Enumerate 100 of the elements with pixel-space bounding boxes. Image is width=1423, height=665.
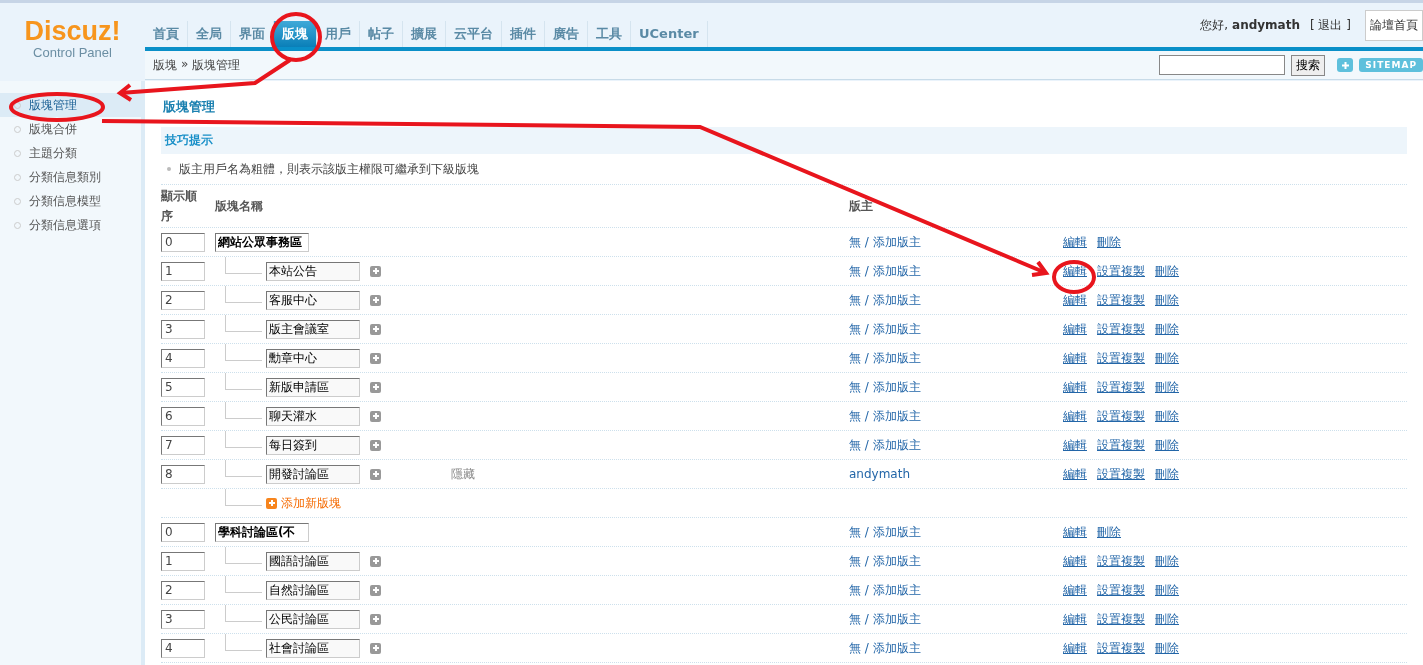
add-subforum-icon[interactable] xyxy=(370,555,381,567)
action-link[interactable]: 編輯 xyxy=(1063,610,1087,628)
category-name-field[interactable]: 網站公眾事務區 xyxy=(215,232,309,252)
forum-home-button[interactable]: 論壇首頁 xyxy=(1365,9,1423,41)
order-field[interactable]: 3 xyxy=(161,609,205,629)
sidebar-item[interactable]: 分類信息選項 xyxy=(0,213,141,237)
nav-tab[interactable]: 插件 xyxy=(502,21,545,47)
forum-name-field[interactable]: 開發討論區 xyxy=(266,464,360,484)
moderator-link[interactable]: 無 / 添加版主 xyxy=(849,292,921,307)
search-button[interactable]: 搜索 xyxy=(1291,54,1326,76)
nav-tab[interactable]: 工具 xyxy=(588,21,631,47)
moderator-link[interactable]: 無 / 添加版主 xyxy=(849,234,921,249)
sidebar-item[interactable]: 主題分類 xyxy=(0,141,141,165)
moderator-link[interactable]: 無 / 添加版主 xyxy=(849,408,921,423)
add-forum-icon[interactable] xyxy=(266,497,277,509)
breadcrumb-item[interactable]: 版塊 xyxy=(153,56,177,74)
action-link[interactable]: 刪除 xyxy=(1155,465,1179,483)
sidebar-item[interactable]: 分類信息模型 xyxy=(0,189,141,213)
forum-name-field[interactable]: 新版申請區 xyxy=(266,377,360,397)
action-link[interactable]: 編輯 xyxy=(1063,349,1087,367)
nav-tab[interactable]: 版塊 xyxy=(274,21,317,47)
nav-tab[interactable]: 首頁 xyxy=(145,21,188,47)
action-link[interactable]: 刪除 xyxy=(1155,552,1179,570)
action-link[interactable]: 編輯 xyxy=(1063,262,1087,280)
forum-name-field[interactable]: 勳章中心 xyxy=(266,348,360,368)
action-link[interactable]: 刪除 xyxy=(1097,233,1121,251)
order-field[interactable]: 7 xyxy=(161,435,205,455)
add-subforum-icon[interactable] xyxy=(370,642,381,654)
moderator-link[interactable]: 無 / 添加版主 xyxy=(849,640,921,655)
order-field[interactable]: 1 xyxy=(161,261,205,281)
action-link[interactable]: 設置複製 xyxy=(1097,465,1145,483)
breadcrumb-item[interactable]: 版塊管理 xyxy=(192,56,241,74)
forum-name-field[interactable]: 客服中心 xyxy=(266,290,360,310)
add-shortcut-icon[interactable] xyxy=(1337,58,1354,72)
action-link[interactable]: 設置複製 xyxy=(1097,581,1145,599)
action-link[interactable]: 設置複製 xyxy=(1097,436,1145,454)
moderator-link[interactable]: 無 / 添加版主 xyxy=(849,582,921,597)
action-link[interactable]: 編輯 xyxy=(1063,581,1087,599)
action-link[interactable]: 刪除 xyxy=(1155,320,1179,338)
action-link[interactable]: 設置複製 xyxy=(1097,320,1145,338)
order-field[interactable]: 8 xyxy=(161,464,205,484)
add-subforum-icon[interactable] xyxy=(370,265,381,277)
nav-tab[interactable]: 廣告 xyxy=(545,21,588,47)
add-subforum-icon[interactable] xyxy=(370,381,381,393)
action-link[interactable]: 編輯 xyxy=(1063,320,1087,338)
logout-link[interactable]: [ 退出 ] xyxy=(1310,16,1351,34)
add-subforum-icon[interactable] xyxy=(370,410,381,422)
moderator-link[interactable]: 無 / 添加版主 xyxy=(849,379,921,394)
action-link[interactable]: 設置複製 xyxy=(1097,610,1145,628)
add-subforum-icon[interactable] xyxy=(370,613,381,625)
add-subforum-icon[interactable] xyxy=(370,294,381,306)
moderator-link[interactable]: 無 / 添加版主 xyxy=(849,553,921,568)
action-link[interactable]: 設置複製 xyxy=(1097,291,1145,309)
moderator-link[interactable]: 無 / 添加版主 xyxy=(849,611,921,626)
action-link[interactable]: 刪除 xyxy=(1155,581,1179,599)
forum-name-field[interactable]: 國語討論區 xyxy=(266,551,360,571)
moderator-link[interactable]: 無 / 添加版主 xyxy=(849,263,921,278)
action-link[interactable]: 編輯 xyxy=(1063,436,1087,454)
action-link[interactable]: 設置複製 xyxy=(1097,349,1145,367)
order-field[interactable]: 4 xyxy=(161,348,205,368)
action-link[interactable]: 編輯 xyxy=(1063,465,1087,483)
action-link[interactable]: 編輯 xyxy=(1063,552,1087,570)
moderator-link[interactable]: 無 / 添加版主 xyxy=(849,350,921,365)
forum-name-field[interactable]: 自然討論區 xyxy=(266,580,360,600)
action-link[interactable]: 設置複製 xyxy=(1097,552,1145,570)
action-link[interactable]: 刪除 xyxy=(1155,291,1179,309)
nav-tab[interactable]: UCenter xyxy=(631,21,708,47)
add-subforum-icon[interactable] xyxy=(370,439,381,451)
action-link[interactable]: 刪除 xyxy=(1155,436,1179,454)
search-field[interactable] xyxy=(1159,55,1286,75)
moderator-link[interactable]: andymath xyxy=(849,467,911,481)
forum-name-field[interactable]: 本站公告 xyxy=(266,261,360,281)
add-subforum-icon[interactable] xyxy=(370,468,381,480)
order-field[interactable]: 2 xyxy=(161,290,205,310)
nav-tab[interactable]: 云平台 xyxy=(446,21,502,47)
order-field[interactable]: 0 xyxy=(161,232,205,252)
action-link[interactable]: 設置複製 xyxy=(1097,378,1145,396)
action-link[interactable]: 編輯 xyxy=(1063,378,1087,396)
order-field[interactable]: 2 xyxy=(161,580,205,600)
order-field[interactable]: 6 xyxy=(161,406,205,426)
moderator-link[interactable]: 無 / 添加版主 xyxy=(849,524,921,539)
forum-name-field[interactable]: 公民討論區 xyxy=(266,609,360,629)
action-link[interactable]: 設置複製 xyxy=(1097,639,1145,657)
moderator-link[interactable]: 無 / 添加版主 xyxy=(849,437,921,452)
sidebar-item[interactable]: 分類信息類別 xyxy=(0,165,141,189)
forum-name-field[interactable]: 聊天灌水 xyxy=(266,406,360,426)
action-link[interactable]: 刪除 xyxy=(1155,378,1179,396)
nav-tab[interactable]: 全局 xyxy=(188,21,231,47)
forum-name-field[interactable]: 版主會議室 xyxy=(266,319,360,339)
category-name-field[interactable]: 學科討論區(不 xyxy=(215,522,309,542)
add-subforum-icon[interactable] xyxy=(370,352,381,364)
order-field[interactable]: 1 xyxy=(161,551,205,571)
add-subforum-icon[interactable] xyxy=(370,584,381,596)
action-link[interactable]: 編輯 xyxy=(1063,291,1087,309)
order-field[interactable]: 3 xyxy=(161,319,205,339)
action-link[interactable]: 刪除 xyxy=(1155,349,1179,367)
nav-tab[interactable]: 用戶 xyxy=(317,21,360,47)
action-link[interactable]: 刪除 xyxy=(1155,407,1179,425)
order-field[interactable]: 4 xyxy=(161,638,205,658)
action-link[interactable]: 刪除 xyxy=(1155,262,1179,280)
